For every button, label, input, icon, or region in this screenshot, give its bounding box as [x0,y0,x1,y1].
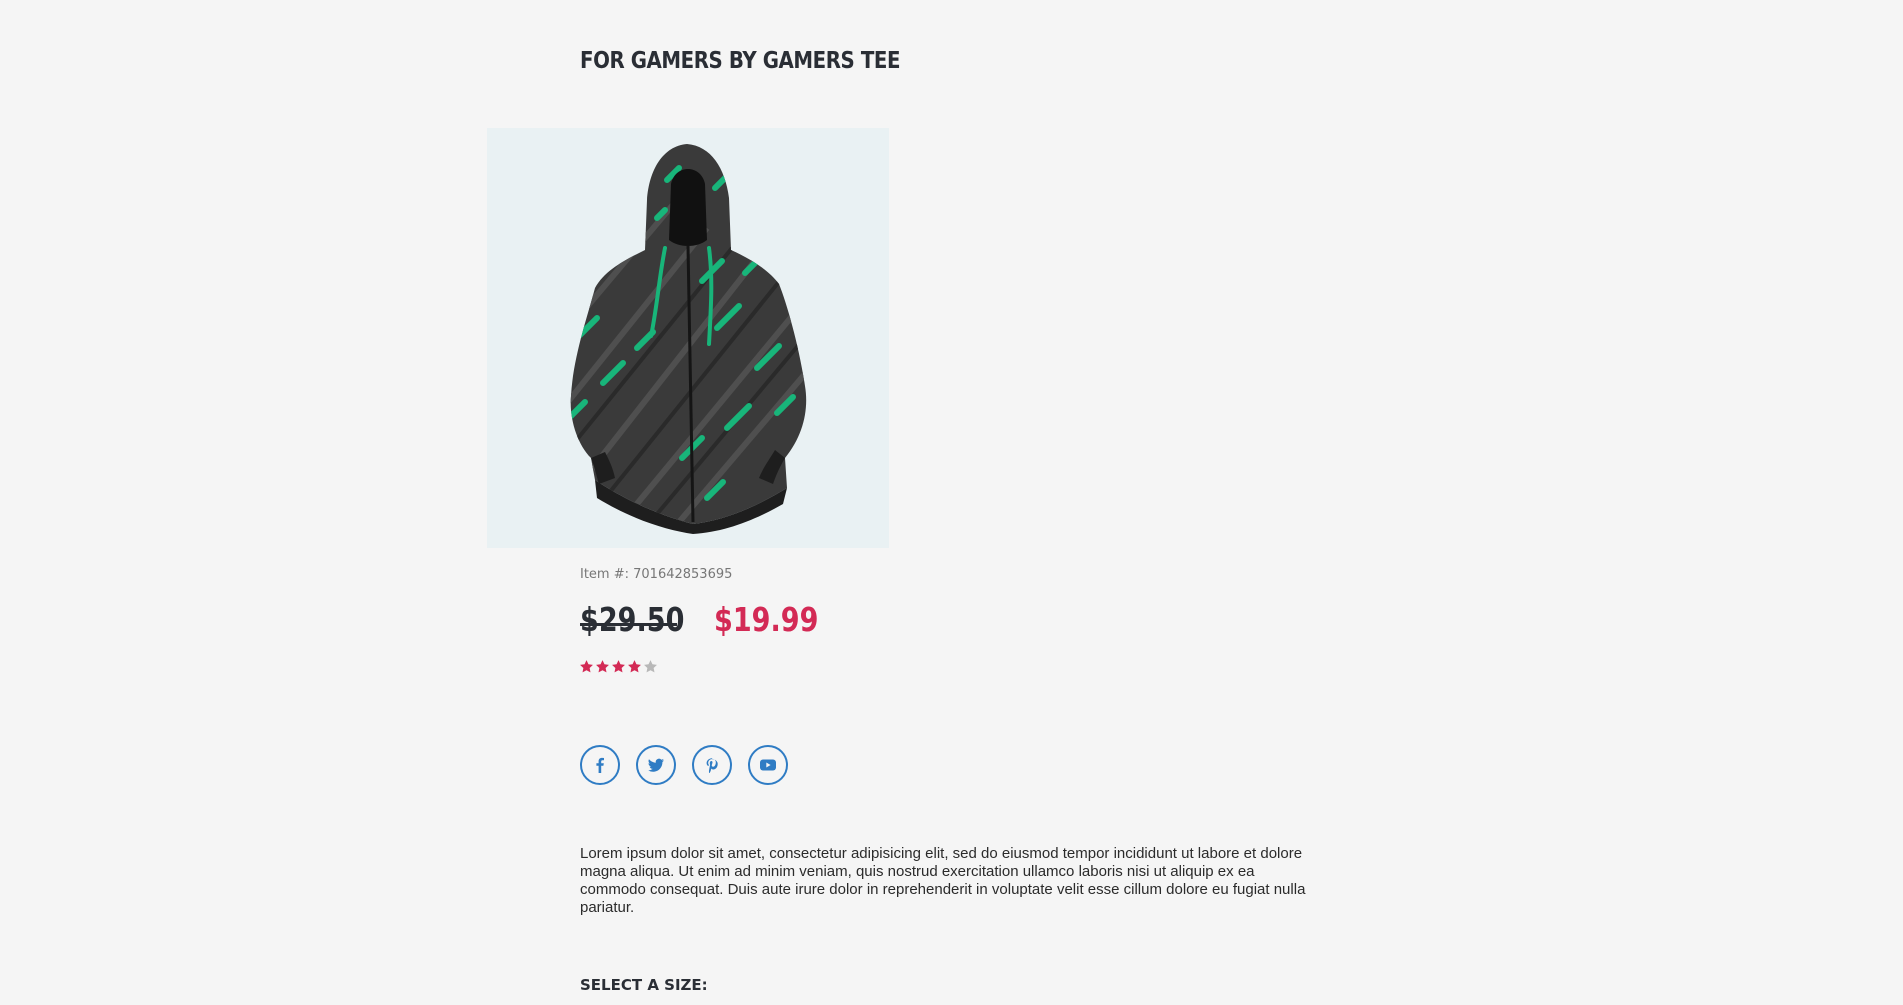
star-filled-icon [595,659,610,674]
star-filled-icon [579,659,594,674]
product-image[interactable] [487,128,889,548]
strikethrough-line [580,623,677,626]
facebook-button[interactable] [580,745,620,785]
sale-price: $19.99 [714,600,819,639]
product-title: FOR GAMERS BY GAMERS TEE [580,48,901,74]
old-price: $29.50 [580,600,685,639]
star-rating [579,659,658,674]
twitter-icon [647,757,665,773]
youtube-button[interactable] [748,745,788,785]
twitter-button[interactable] [636,745,676,785]
item-number: Item #: 701642853695 [580,567,733,582]
social-links [580,745,788,785]
star-filled-icon [611,659,626,674]
star-filled-icon [627,659,642,674]
pinterest-icon [704,757,720,773]
facebook-icon [592,757,608,773]
pinterest-button[interactable] [692,745,732,785]
product-description: Lorem ipsum dolor sit amet, consectetur … [580,845,1306,916]
hoodie-image [487,128,889,548]
star-empty-icon [643,659,658,674]
product-page: FOR GAMERS BY GAMERS TEE Item #: 7016428… [0,0,1903,1005]
size-select-label: SELECT A SIZE: [580,976,708,994]
youtube-icon [759,758,777,772]
